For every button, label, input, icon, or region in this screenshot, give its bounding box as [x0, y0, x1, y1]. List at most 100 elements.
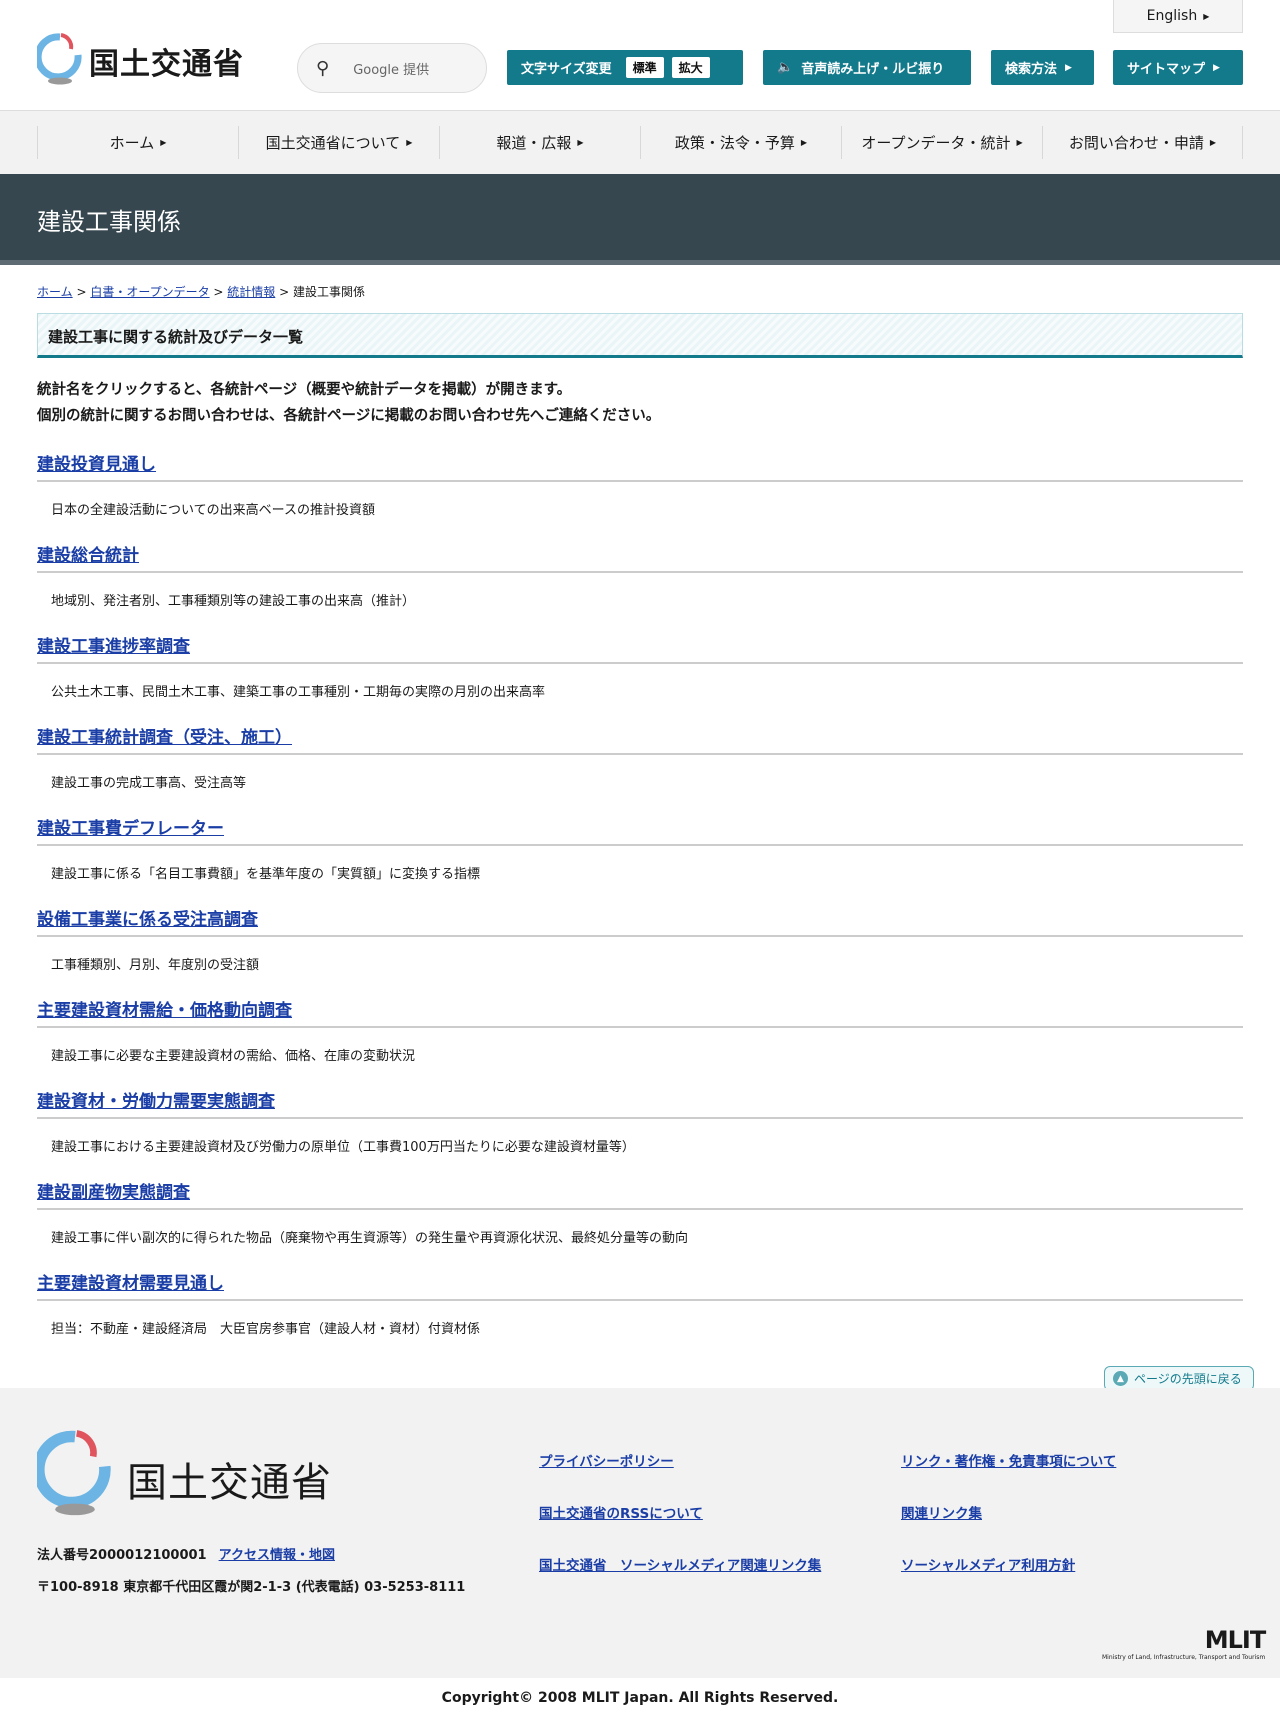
- back-to-top-label: ページの先頭に戻る: [1134, 1372, 1242, 1386]
- statistic-link[interactable]: 設備工事業に係る受注高調査: [37, 903, 1243, 937]
- statistic-description: 担当：不動産・建設経済局 大臣官房参事官（建設人材・資材）付資材係: [51, 1322, 481, 1337]
- statistic-description: 建設工事における主要建設資材及び労働力の原単位（工事費100万円当たりに必要な建…: [51, 1140, 635, 1155]
- site-logo[interactable]: 国土交通省: [37, 33, 244, 85]
- nav-home[interactable]: ホーム ▶: [37, 126, 238, 159]
- access-map-link[interactable]: アクセス情報・地図: [219, 1548, 335, 1563]
- nav-label: ホーム: [109, 134, 155, 152]
- nav-press[interactable]: 報道・広報 ▶: [439, 126, 640, 159]
- statistic-link[interactable]: 建設総合統計: [37, 539, 1243, 573]
- mlit-text: MLIT: [1204, 1626, 1266, 1654]
- nav-policy[interactable]: 政策・法令・予算 ▶: [640, 126, 841, 159]
- sitemap-label: サイトマップ: [1127, 62, 1206, 77]
- speaker-icon: 🔈: [777, 60, 794, 75]
- statistic-description: 公共土木工事、民間土木工事、建築工事の工事種別・工期毎の実際の月別の出来高率: [51, 685, 546, 700]
- arrow-up-icon: ▲: [1113, 1371, 1128, 1386]
- arrow-right-icon: ▶: [1213, 62, 1220, 73]
- list-item: 建設副産物実態調査建設工事に伴い副次的に得られた物品（廃棄物や再生資源等）の発生…: [37, 1176, 1243, 1267]
- arrow-right-icon: ▶: [160, 138, 167, 147]
- list-item: 建設資材・労働力需要実態調査建設工事における主要建設資材及び労働力の原単位（工事…: [37, 1085, 1243, 1176]
- search-box[interactable]: ⚲ Google 提供: [297, 43, 487, 93]
- mlit-logo-icon: [37, 33, 82, 85]
- intro-line: 統計名をクリックすると、各統計ページ（概要や統計データを掲載）が開きます。: [37, 382, 572, 398]
- arrow-right-icon: ▶: [1203, 11, 1210, 21]
- mlit-subtext: Ministry of Land, Infrastructure, Transp…: [1102, 1654, 1266, 1661]
- arrow-right-icon: ▶: [1065, 62, 1072, 73]
- related-links-link[interactable]: 関連リンク集: [901, 1502, 982, 1522]
- statistic-link[interactable]: 建設工事進捗率調査: [37, 630, 1243, 664]
- logo-text: 国土交通省: [89, 47, 244, 82]
- nav-label: オープンデータ・統計: [861, 134, 1011, 152]
- list-item: 建設工事費デフレーター建設工事に係る「名目工事費額」を基準年度の「実質額」に変換…: [37, 812, 1243, 903]
- list-item: 建設投資見通し日本の全建設活動についての出来高ベースの推計投資額: [37, 448, 1243, 539]
- privacy-policy-link[interactable]: プライバシーポリシー: [539, 1450, 674, 1470]
- search-method-label: 検索方法: [1005, 62, 1058, 77]
- statistic-description: 建設工事に必要な主要建設資材の需給、価格、在庫の変動状況: [51, 1049, 416, 1064]
- list-item: 建設工事統計調査（受注、施工） 建設工事の完成工事高、受注高等: [37, 721, 1243, 812]
- mlit-wordmark: MLIT Ministry of Land, Infrastructure, Tr…: [1102, 1626, 1266, 1661]
- speech-button[interactable]: 🔈 音声読み上げ・ルビ振り: [763, 50, 971, 85]
- arrow-right-icon: ▶: [577, 138, 584, 147]
- global-nav: ホーム ▶ 国土交通省について ▶ 報道・広報 ▶ 政策・法令・予算 ▶ オープンデータ…: [0, 111, 1280, 174]
- statistic-description: 工事種類別、月別、年度別の受注額: [51, 958, 260, 973]
- nav-opendata[interactable]: オープンデータ・統計 ▶: [841, 126, 1042, 159]
- arrow-right-icon: ▶: [1209, 138, 1217, 147]
- font-standard-button[interactable]: 標準: [625, 57, 664, 78]
- intro-line: 個別の統計に関するお問い合わせは、各統計ページに掲載のお問い合わせ先へご連絡くだ…: [37, 408, 661, 424]
- list-item: 建設総合統計 地域別、発注者別、工事種類別等の建設工事の出来高（推計）: [37, 539, 1243, 630]
- list-item: 主要建設資材需要見通し担当：不動産・建設経済局 大臣官房参事官（建設人材・資材）…: [37, 1267, 1243, 1358]
- arrow-right-icon: ▶: [406, 138, 413, 147]
- list-item: 建設工事進捗率調査公共土木工事、民間土木工事、建築工事の工事種別・工期毎の実際の…: [37, 630, 1243, 721]
- english-link[interactable]: English ▶: [1113, 0, 1243, 33]
- social-media-links-link[interactable]: 国土交通省 ソーシャルメディア関連リンク集: [539, 1554, 821, 1574]
- breadcrumb-home[interactable]: ホーム: [37, 285, 73, 299]
- rss-link[interactable]: 国土交通省のRSSについて: [539, 1502, 703, 1522]
- breadcrumb-stats[interactable]: 統計情報: [227, 285, 275, 299]
- speech-label: 音声読み上げ・ルビ振り: [801, 62, 945, 77]
- list-item: 主要建設資材需給・価格動向調査建設工事に必要な主要建設資材の需給、価格、在庫の変…: [37, 994, 1243, 1085]
- site-footer: 国土交通省 法人番号2000012100001 アクセス情報・地図 〒100-89…: [0, 1388, 1280, 1678]
- copyright-link[interactable]: リンク・著作権・免責事項について: [901, 1450, 1116, 1470]
- social-media-policy-link[interactable]: ソーシャルメディア利用方針: [901, 1554, 1075, 1574]
- english-label: English: [1146, 8, 1198, 24]
- nav-label: 政策・法令・予算: [674, 134, 795, 152]
- page-title: 建設工事関係: [0, 174, 1280, 265]
- corp-number-text: 法人番号2000012100001: [37, 1548, 207, 1563]
- section-heading: 建設工事に関する統計及びデータ一覧: [37, 313, 1243, 358]
- arrow-right-icon: ▶: [1016, 138, 1023, 147]
- site-header: 国土交通省 ⚲ Google 提供 文字サイズ変更 標準 拡大 🔈 音声読み上げ・ルビ振…: [0, 0, 1280, 111]
- nav-label: 報道・広報: [496, 134, 572, 152]
- font-size-control: 文字サイズ変更 標準 拡大: [507, 50, 743, 85]
- statistic-description: 日本の全建設活動についての出来高ベースの推計投資額: [51, 503, 375, 518]
- statistic-link[interactable]: 建設工事費デフレーター: [37, 812, 1243, 846]
- search-method-button[interactable]: 検索方法 ▶: [991, 50, 1094, 85]
- breadcrumb: ホーム > 白書・オープンデータ > 統計情報 > 建設工事関係: [37, 285, 366, 299]
- statistic-description: 建設工事に伴い副次的に得られた物品（廃棄物や再生資源等）の発生量や再資源化状況、…: [51, 1231, 689, 1246]
- statistic-description: 建設工事の完成工事高、受注高等: [51, 776, 247, 791]
- statistic-description: 建設工事に係る「名目工事費額」を基準年度の「実質額」に変換する指標: [51, 867, 481, 882]
- statistic-link[interactable]: 主要建設資材需給・価格動向調査: [37, 994, 1243, 1028]
- font-large-button[interactable]: 拡大: [671, 57, 710, 78]
- search-icon: ⚲: [316, 57, 330, 79]
- intro-text: 統計名をクリックすると、各統計ページ（概要や統計データを掲載）が開きます。 個別…: [37, 377, 660, 429]
- font-size-label: 文字サイズ変更: [521, 62, 612, 77]
- search-placeholder: Google 提供: [353, 62, 430, 78]
- nav-label: お問い合わせ・申請: [1068, 134, 1204, 152]
- footer-logo[interactable]: 国土交通省: [37, 1430, 332, 1516]
- corporate-number: 法人番号2000012100001 アクセス情報・地図: [37, 1544, 335, 1563]
- list-item: 設備工事業に係る受注高調査工事種類別、月別、年度別の受注額: [37, 903, 1243, 994]
- nav-about[interactable]: 国土交通省について ▶: [238, 126, 439, 159]
- mlit-logo-icon: [37, 1430, 111, 1516]
- nav-contact[interactable]: お問い合わせ・申請 ▶: [1042, 126, 1243, 159]
- statistic-link[interactable]: 建設工事統計調査（受注、施工）: [37, 721, 1243, 755]
- footer-logo-text: 国土交通省: [127, 1460, 332, 1506]
- address: 〒100-8918 東京都千代田区霞が関2-1-3 (代表電話) 03-5253…: [37, 1580, 466, 1595]
- statistic-link[interactable]: 建設投資見通し: [37, 448, 1243, 482]
- breadcrumb-opendata[interactable]: 白書・オープンデータ: [90, 285, 209, 299]
- arrow-right-icon: ▶: [800, 138, 808, 147]
- copyright: Copyright© 2008 MLIT Japan. All Rights R…: [441, 1690, 839, 1706]
- breadcrumb-current: 建設工事関係: [293, 285, 366, 299]
- statistic-link[interactable]: 建設副産物実態調査: [37, 1176, 1243, 1210]
- statistic-link[interactable]: 建設資材・労働力需要実態調査: [37, 1085, 1243, 1119]
- sitemap-button[interactable]: サイトマップ ▶: [1113, 50, 1243, 85]
- statistic-link[interactable]: 主要建設資材需要見通し: [37, 1267, 1243, 1301]
